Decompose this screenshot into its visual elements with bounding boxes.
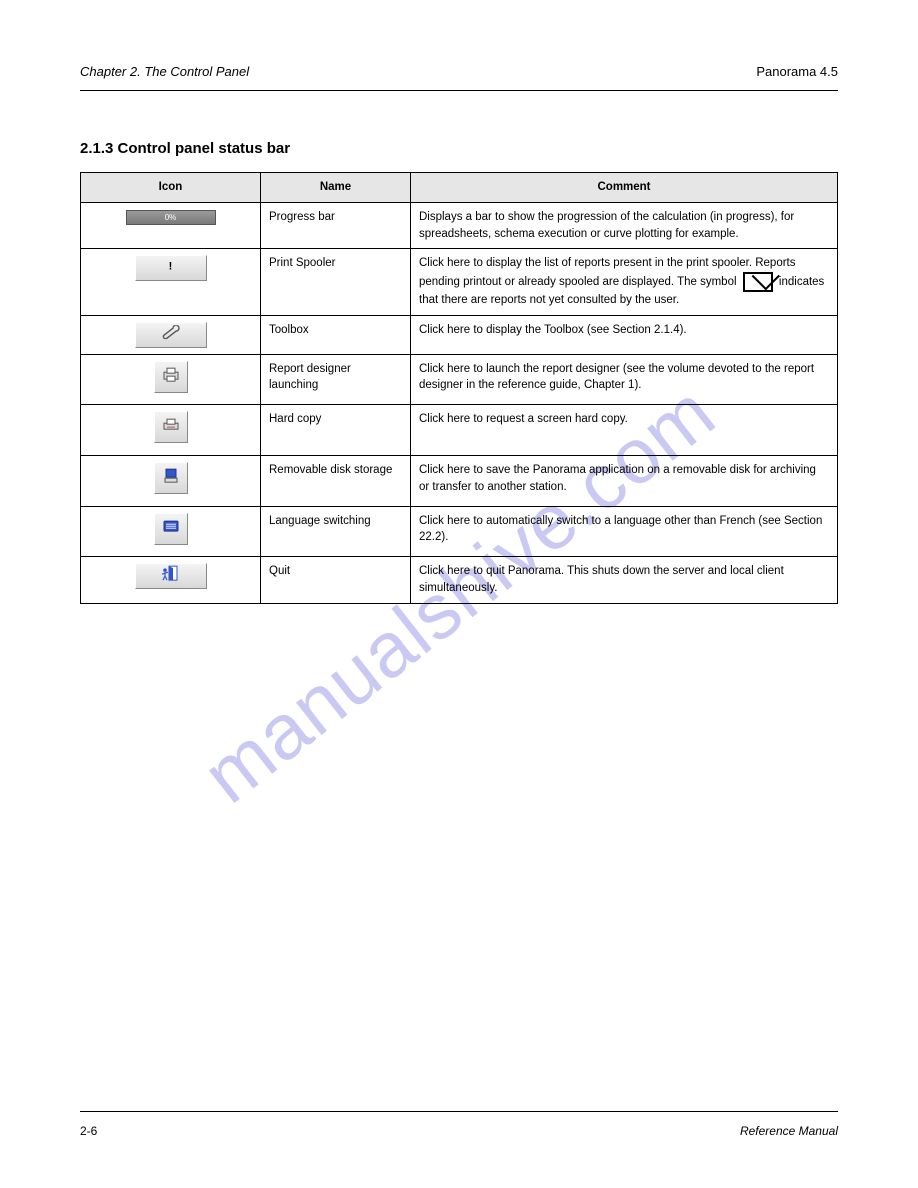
row-name: Progress bar: [261, 203, 411, 249]
section-title: 2.1.3 Control panel status bar: [80, 140, 290, 157]
row-comment: Click here to launch the report designer…: [411, 354, 838, 405]
printer-icon: [161, 365, 181, 383]
header-name: Name: [261, 173, 411, 203]
table-row: 0% Progress bar Displays a bar to show t…: [81, 203, 838, 249]
table-row: Removable disk storage Click here to sav…: [81, 456, 838, 507]
footer-page-number: 2-6: [80, 1124, 97, 1138]
header-product: Panorama 4.5: [756, 64, 838, 79]
wrench-icon: [161, 325, 181, 339]
removable-disk-icon: [154, 462, 188, 494]
row-comment: Click here to save the Panorama applicat…: [411, 456, 838, 507]
row-name: Removable disk storage: [261, 456, 411, 507]
header-comment: Comment: [411, 173, 838, 203]
row-name: Quit: [261, 557, 411, 603]
report-designer-icon: [154, 361, 188, 393]
row-name: Toolbox: [261, 315, 411, 354]
table-row: Print Spooler Click here to display the …: [81, 249, 838, 315]
envelope-icon: [743, 272, 773, 292]
row-name: Report designer launching: [261, 354, 411, 405]
progress-bar-icon: 0%: [126, 210, 216, 225]
header-icon: Icon: [81, 173, 261, 203]
row-comment: Displays a bar to show the progression o…: [411, 203, 838, 249]
header-divider: [80, 90, 838, 91]
row-comment: Click here to quit Panorama. This shuts …: [411, 557, 838, 603]
printer-paper-icon: [161, 416, 181, 434]
row-name: Print Spooler: [261, 249, 411, 315]
print-spooler-icon: [135, 255, 207, 281]
toolbox-icon: [135, 322, 207, 348]
exit-door-icon: [159, 565, 183, 583]
footer-divider: [80, 1111, 838, 1112]
language-switch-icon: [154, 513, 188, 545]
footer-doc-title: Reference Manual: [740, 1124, 838, 1138]
row-name: Hard copy: [261, 405, 411, 456]
row-comment: Click here to automatically switch to a …: [411, 506, 838, 557]
status-bar-table: Icon Name Comment 0% Progress bar Displa…: [80, 172, 838, 604]
table-row: Toolbox Click here to display the Toolbo…: [81, 315, 838, 354]
table-row: Report designer launching Click here to …: [81, 354, 838, 405]
row-name: Language switching: [261, 506, 411, 557]
quit-icon: [135, 563, 207, 589]
table-header-row: Icon Name Comment: [81, 173, 838, 203]
table-row: Language switching Click here to automat…: [81, 506, 838, 557]
row-comment: Click here to request a screen hard copy…: [411, 405, 838, 456]
hard-copy-icon: [154, 411, 188, 443]
computer-disk-icon: [162, 466, 180, 484]
table-row: Hard copy Click here to request a screen…: [81, 405, 838, 456]
row-comment: Click here to display the Toolbox (see S…: [411, 315, 838, 354]
comment-text-before: Click here to display the list of report…: [419, 257, 796, 288]
keyboard-icon: [162, 518, 180, 534]
header-chapter: Chapter 2. The Control Panel: [80, 64, 249, 79]
row-comment: Click here to display the list of report…: [411, 249, 838, 315]
table-row: Quit Click here to quit Panorama. This s…: [81, 557, 838, 603]
